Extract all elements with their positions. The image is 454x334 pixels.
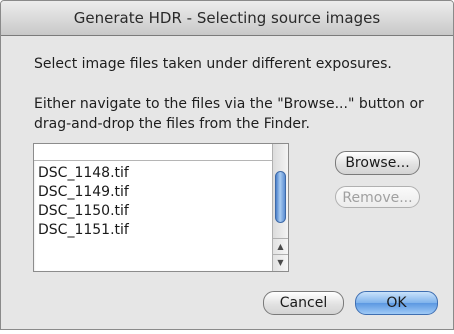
dialog-title: Generate HDR - Selecting source images: [1, 1, 453, 36]
dialog-body: Select image files taken under different…: [1, 36, 453, 329]
instruction-text-1: Select image files taken under different…: [34, 56, 392, 72]
file-list-items: DSC_1148.tif DSC_1149.tif DSC_1150.tif D…: [38, 164, 268, 240]
file-list-item[interactable]: DSC_1150.tif: [38, 202, 268, 221]
file-list-item[interactable]: DSC_1149.tif: [38, 183, 268, 202]
remove-button[interactable]: Remove...: [335, 186, 420, 208]
list-scrollbar[interactable]: ▲ ▼: [272, 144, 288, 271]
file-list[interactable]: DSC_1148.tif DSC_1149.tif DSC_1150.tif D…: [33, 143, 289, 272]
browse-button[interactable]: Browse...: [335, 151, 420, 175]
scroll-up-arrow-icon[interactable]: ▲: [273, 238, 288, 255]
hdr-dialog: Generate HDR - Selecting source images S…: [0, 0, 454, 330]
ok-button[interactable]: OK: [355, 291, 438, 315]
scroll-down-arrow-icon[interactable]: ▼: [273, 254, 288, 271]
list-header: [34, 144, 272, 161]
scroll-thumb[interactable]: [275, 171, 286, 223]
instruction-text-2: Either navigate to the files via the "Br…: [34, 96, 424, 132]
file-list-item[interactable]: DSC_1151.tif: [38, 221, 268, 240]
file-list-item[interactable]: DSC_1148.tif: [38, 164, 268, 183]
cancel-button[interactable]: Cancel: [263, 291, 344, 315]
